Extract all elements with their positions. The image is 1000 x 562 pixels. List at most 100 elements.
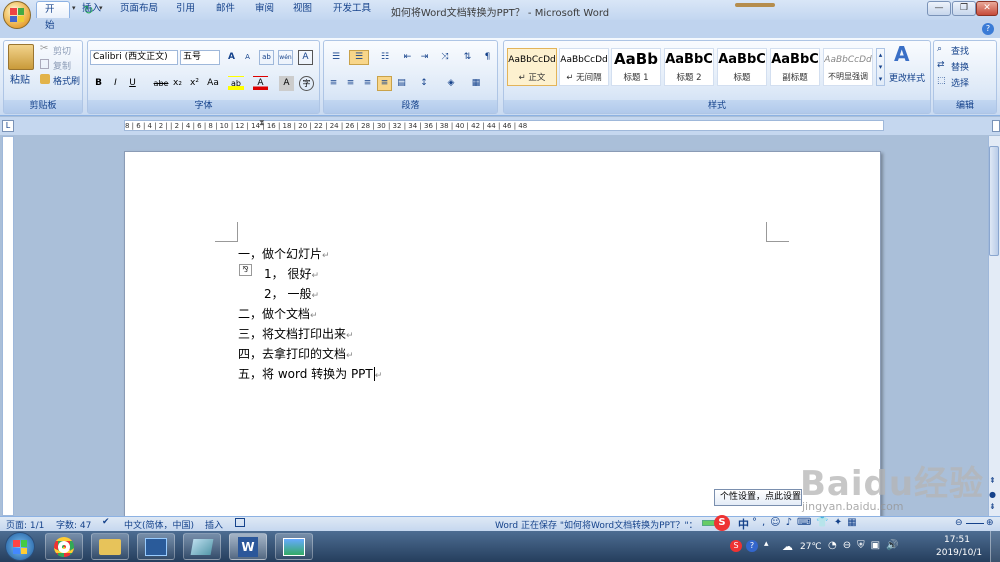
tab-references[interactable]: 引用 bbox=[168, 1, 203, 18]
help-icon[interactable]: ? bbox=[982, 23, 994, 35]
taskbar-word[interactable]: W bbox=[229, 533, 267, 560]
style-subtitle[interactable]: AaBbC 副标题 bbox=[770, 48, 820, 86]
char-shading-button[interactable]: A bbox=[279, 76, 294, 91]
tab-mailings[interactable]: 邮件 bbox=[208, 1, 243, 18]
tray-icons[interactable]: ◔⊖⛨▣🔊 bbox=[828, 540, 905, 551]
browse-object-icon[interactable]: ● bbox=[989, 490, 996, 499]
tab-selector-icon[interactable]: L bbox=[2, 120, 14, 132]
highlight-button[interactable]: ab bbox=[228, 76, 244, 91]
taskbar-photos[interactable] bbox=[275, 533, 313, 560]
shrink-font-button[interactable]: A bbox=[240, 50, 255, 65]
taskbar-app[interactable] bbox=[183, 533, 221, 560]
doc-line[interactable]: 四，去拿打印的文档↵ bbox=[238, 345, 354, 363]
tray-expand-icon[interactable]: ▴ bbox=[764, 539, 769, 549]
multilevel-list-button[interactable]: ☷ bbox=[374, 50, 396, 65]
char-border-button[interactable]: A bbox=[298, 50, 313, 65]
tab-home[interactable]: 开始 bbox=[36, 1, 70, 31]
tray-sogou-icon[interactable]: S bbox=[730, 540, 742, 552]
zoom-out-icon[interactable]: ⊖ bbox=[955, 518, 963, 528]
find-button[interactable]: 查找 bbox=[951, 44, 969, 57]
style-no-spacing[interactable]: AaBbCcDd ↵ 无间隔 bbox=[559, 48, 609, 86]
office-button[interactable] bbox=[3, 1, 31, 29]
status-language[interactable]: 中文(简体，中国) bbox=[124, 518, 194, 531]
proofing-icon[interactable]: ✔ bbox=[102, 517, 110, 527]
chinese-layout-button[interactable]: ⤨ bbox=[435, 50, 455, 65]
style-subtle-emphasis[interactable]: AaBbCcDd 不明显强调 bbox=[823, 48, 873, 86]
format-painter-button[interactable]: 格式刷 bbox=[53, 74, 80, 87]
bold-button[interactable]: B bbox=[91, 76, 106, 91]
ime-mode-label[interactable]: 中 bbox=[738, 516, 749, 532]
superscript-button[interactable]: x² bbox=[187, 76, 202, 91]
tray-help-icon[interactable]: ? bbox=[746, 540, 758, 552]
next-page-icon[interactable]: ⇟ bbox=[989, 502, 996, 511]
indent-marker-icon[interactable]: ⧗ bbox=[259, 118, 267, 132]
increase-indent-button[interactable]: ⇥ bbox=[417, 50, 432, 65]
clock-date[interactable]: 2019/10/1 bbox=[936, 548, 982, 558]
zoom-in-icon[interactable]: ⊕ bbox=[986, 518, 994, 528]
style-title[interactable]: AaBbC 标题 bbox=[717, 48, 767, 86]
bullets-button[interactable]: ☰ bbox=[326, 50, 346, 65]
clear-format-button[interactable]: ab bbox=[259, 50, 274, 65]
sogou-ime-icon[interactable]: S bbox=[714, 515, 730, 531]
doc-line[interactable]: 1， 很好↵ bbox=[264, 265, 319, 283]
justify-button[interactable]: ≡ bbox=[377, 76, 392, 91]
strikethrough-button[interactable]: abe bbox=[151, 76, 171, 91]
doc-line[interactable]: 一，做个幻灯片↵ bbox=[238, 245, 330, 263]
shading-button[interactable]: ◈ bbox=[441, 76, 461, 91]
taskbar-chrome[interactable] bbox=[45, 533, 83, 560]
weather-temp[interactable]: 27℃ bbox=[800, 542, 822, 552]
tab-page-layout[interactable]: 页面布局 bbox=[112, 1, 166, 18]
align-right-button[interactable]: ≡ bbox=[360, 76, 375, 91]
tab-view[interactable]: 视图 bbox=[285, 1, 320, 18]
vertical-ruler[interactable] bbox=[2, 136, 14, 516]
ime-toolbar-icons[interactable]: °,☺♪⌨👕✦▦ bbox=[752, 517, 862, 528]
style-normal[interactable]: AaBbCcDd ↵ 正文 bbox=[507, 48, 557, 86]
styles-scroll[interactable]: ▴ ▾ ▾ bbox=[876, 48, 885, 86]
taskbar-explorer[interactable] bbox=[91, 533, 129, 560]
select-button[interactable]: 选择 bbox=[951, 76, 969, 89]
clock-time[interactable]: 17:51 bbox=[944, 535, 970, 545]
tab-developer[interactable]: 开发工具 bbox=[325, 1, 379, 18]
status-words[interactable]: 字数: 47 bbox=[56, 518, 91, 531]
sort-button[interactable]: ⇅ bbox=[460, 50, 475, 65]
decrease-indent-button[interactable]: ⇤ bbox=[400, 50, 415, 65]
ruler-toggle-icon[interactable] bbox=[992, 120, 1000, 132]
copy-button[interactable]: 复制 bbox=[53, 59, 71, 72]
paste-icon[interactable] bbox=[8, 44, 34, 70]
italic-button[interactable]: I bbox=[108, 76, 123, 91]
font-name-select[interactable]: Calibri (西文正文) bbox=[90, 50, 178, 65]
replace-button[interactable]: 替换 bbox=[951, 60, 969, 73]
taskbar-media[interactable] bbox=[137, 533, 175, 560]
doc-line[interactable]: 2， 一般↵ bbox=[264, 285, 319, 303]
macro-record-icon[interactable] bbox=[235, 518, 245, 527]
change-case-button[interactable]: Aa bbox=[204, 76, 222, 91]
doc-line[interactable]: 三，将文档打印出来↵ bbox=[238, 325, 354, 343]
paste-button[interactable]: 粘贴 bbox=[10, 71, 30, 86]
style-heading-2[interactable]: AaBbC 标题 2 bbox=[664, 48, 714, 86]
subscript-button[interactable]: x₂ bbox=[170, 76, 185, 91]
show-desktop-button[interactable] bbox=[990, 531, 1000, 562]
status-insert-mode[interactable]: 插入 bbox=[205, 518, 223, 531]
doc-line[interactable]: 二，做个文档↵ bbox=[238, 305, 318, 323]
align-center-button[interactable]: ≡ bbox=[343, 76, 358, 91]
change-styles-button[interactable]: 更改样式 bbox=[889, 71, 925, 84]
grow-font-button[interactable]: A bbox=[224, 50, 239, 65]
close-button[interactable]: ✕ bbox=[976, 1, 998, 16]
align-left-button[interactable]: ≡ bbox=[326, 76, 341, 91]
show-marks-button[interactable]: ¶ bbox=[480, 50, 495, 65]
tab-review[interactable]: 审阅 bbox=[247, 1, 282, 18]
status-page[interactable]: 页面: 1/1 bbox=[6, 518, 44, 531]
tab-insert[interactable]: 插入 bbox=[74, 1, 109, 18]
start-button[interactable] bbox=[5, 532, 35, 561]
minimize-button[interactable]: — bbox=[927, 1, 951, 16]
prev-page-icon[interactable]: ⇞ bbox=[989, 476, 996, 485]
underline-button[interactable]: U bbox=[125, 76, 140, 91]
style-heading-1[interactable]: AaBb 标题 1 bbox=[611, 48, 661, 86]
numbering-button[interactable]: ☰ bbox=[349, 50, 369, 65]
phonetic-guide-button[interactable]: wén bbox=[278, 50, 293, 65]
font-size-select[interactable]: 五号 bbox=[180, 50, 220, 65]
horizontal-ruler[interactable]: 8 | 6 | 4 | 2 | | 2 | 4 | 6 | 8 | 10 | 1… bbox=[124, 120, 884, 131]
distributed-button[interactable]: ▤ bbox=[394, 76, 409, 91]
borders-button[interactable]: ▦ bbox=[466, 76, 486, 91]
autocorrect-icon[interactable]: ⅋ bbox=[239, 264, 252, 276]
